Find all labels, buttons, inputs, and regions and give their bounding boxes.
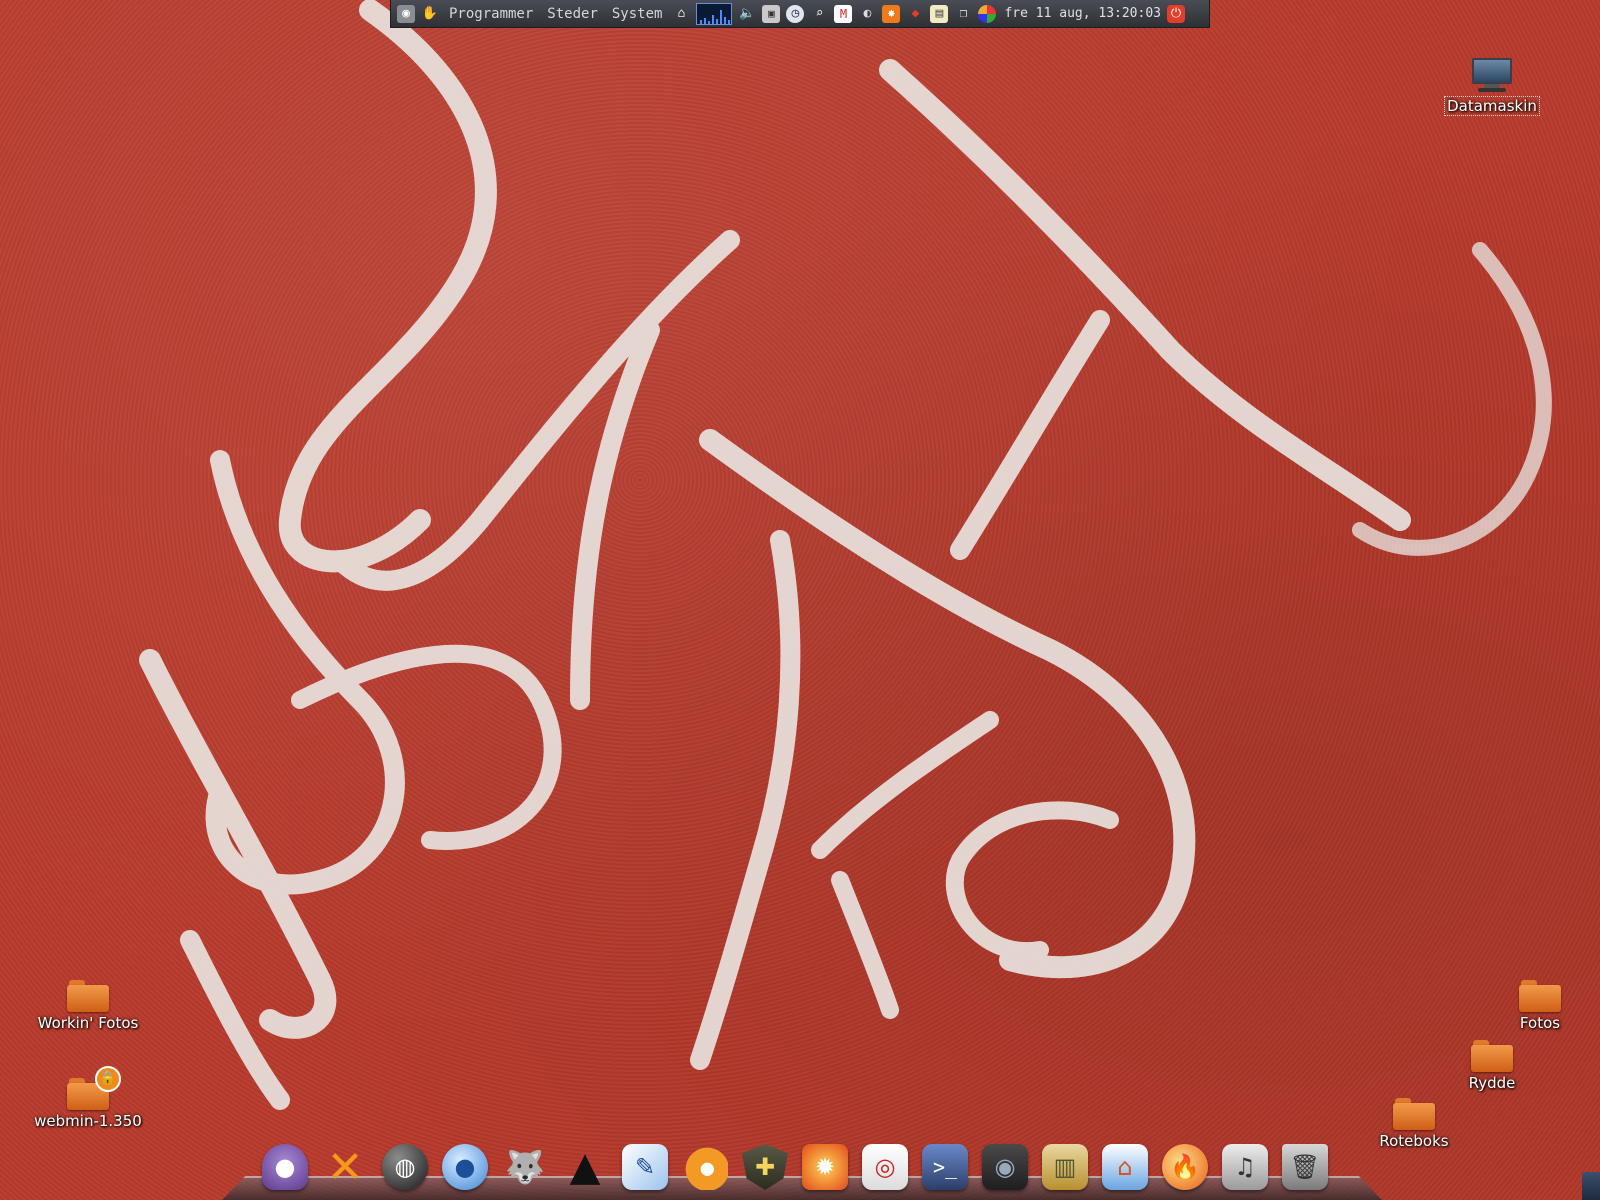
notes-icon[interactable]: ▤ [930, 4, 949, 23]
mail-icon[interactable]: M [834, 4, 853, 23]
menu-programmer[interactable]: Programmer [445, 6, 537, 22]
lock-icon: 🔒 [95, 1066, 121, 1092]
gimp-icon[interactable]: 🐺 [502, 1144, 548, 1190]
security-shield-icon[interactable]: ✚ [742, 1144, 788, 1190]
archive-manager-icon[interactable]: ▥ [1042, 1144, 1088, 1190]
blender-icon[interactable] [682, 1144, 728, 1190]
gnome-foot-icon: ✋ [421, 5, 439, 21]
wallpaper-graffiti [139, 0, 1552, 1110]
camera-icon[interactable]: ◉ [982, 1144, 1028, 1190]
desktop-icon-label: Workin' Fotos [37, 1014, 139, 1032]
panel-clock[interactable]: fre 11 aug, 13:20:03 [1004, 6, 1161, 21]
volume-icon[interactable]: 🔈 [738, 5, 756, 23]
desktop-icon-label: Fotos [1519, 1014, 1561, 1032]
trash-icon[interactable]: 🗑 [1282, 1144, 1328, 1190]
text-editor-icon[interactable]: ✎ [622, 1144, 668, 1190]
music-player-icon[interactable]: ♫ [1222, 1144, 1268, 1190]
menu-steder[interactable]: Steder [543, 6, 602, 22]
home-folder-icon[interactable]: ⌂ [1102, 1144, 1148, 1190]
ruby-icon[interactable]: ◆ [906, 5, 924, 23]
window-list-icon[interactable]: ❐ [954, 5, 972, 23]
power-icon[interactable]: ⏻ [1167, 4, 1185, 23]
dock: ● ✕ ◍ ● 🐺 ▲ ✎ ✚ ✹ ◎ >_ ◉ ▥ ⌂ 🔥 ♫ 🗑 [262, 1132, 1328, 1190]
xchat-icon[interactable]: ✕ [322, 1144, 368, 1190]
home-icon[interactable]: ⌂ [672, 5, 690, 23]
menu-system[interactable]: System [608, 6, 667, 22]
clock-icon[interactable]: ◷ [786, 4, 805, 23]
network-manager-icon[interactable]: ● [442, 1144, 488, 1190]
fire-app-icon[interactable]: ✹ [802, 1144, 848, 1190]
colors-icon[interactable] [978, 4, 997, 23]
folder-icon [1393, 1096, 1435, 1130]
desktop-icon-rydde[interactable]: Rydde [1432, 1038, 1552, 1092]
desktop-icon-roteboks[interactable]: Roteboks [1354, 1096, 1474, 1150]
desktop-icon-webmin[interactable]: 🔒 webmin-1.350 [28, 1066, 148, 1130]
weather-icon[interactable]: ◐ [858, 5, 876, 23]
top-panel: ◉ ✋ Programmer Steder System ⌂ 🔈 ▣ ◷ ⌕ M… [390, 0, 1210, 28]
folder-icon [1471, 1038, 1513, 1072]
pidgin-icon[interactable]: ● [262, 1144, 308, 1190]
desktop-icon-fotos[interactable]: Fotos [1480, 978, 1600, 1032]
desktop-icon-label: webmin-1.350 [34, 1112, 142, 1130]
folder-icon [1519, 978, 1561, 1012]
firefox-icon[interactable]: 🔥 [1162, 1144, 1208, 1190]
desktop[interactable]: ◉ ✋ Programmer Steder System ⌂ 🔈 ▣ ◷ ⌕ M… [0, 0, 1600, 1200]
desktop-icon-label: Roteboks [1379, 1132, 1449, 1150]
desktop-icon-label: Datamaskin [1444, 96, 1540, 116]
globe-icon[interactable]: ◍ [382, 1144, 428, 1190]
folder-icon [67, 978, 109, 1012]
desktop-icon-datamaskin[interactable]: Datamaskin [1432, 56, 1552, 116]
desktop-icon-label: Rydde [1468, 1074, 1516, 1092]
network-icon[interactable]: ▣ [762, 4, 781, 23]
screenshot-icon[interactable]: ◉ [397, 4, 415, 23]
terminal-icon[interactable]: >_ [922, 1144, 968, 1190]
locked-folder-icon: 🔒 [67, 1066, 121, 1110]
updates-icon[interactable]: ✸ [882, 4, 901, 23]
system-monitor[interactable] [696, 2, 733, 25]
computer-icon [1470, 56, 1514, 94]
search-icon[interactable]: ⌕ [810, 5, 828, 23]
desktop-icon-workin-fotos[interactable]: Workin' Fotos [28, 978, 148, 1032]
media-burner-icon[interactable]: ◎ [862, 1144, 908, 1190]
inkscape-icon[interactable]: ▲ [562, 1144, 608, 1190]
corner-handle[interactable] [1582, 1172, 1600, 1200]
